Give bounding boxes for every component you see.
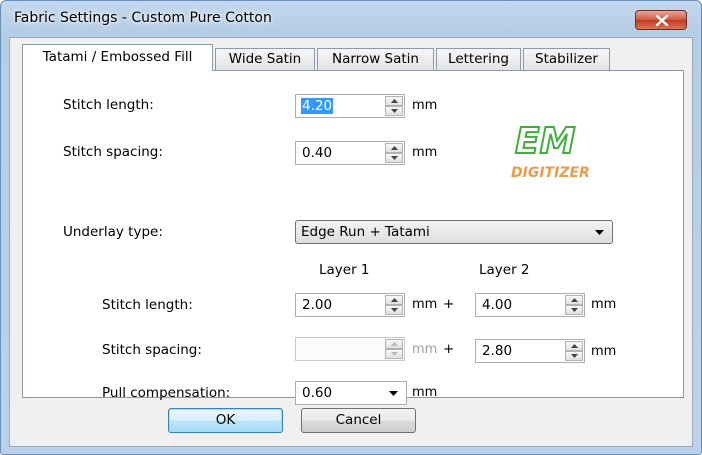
underlay-stitch-spacing-layer1-unit: mm — [412, 342, 438, 357]
stitch-spacing-label: Stitch spacing: — [63, 144, 163, 160]
tab-label: Stabilizer — [535, 51, 598, 67]
plus-sign: + — [443, 296, 455, 312]
tab-label: Lettering — [448, 51, 509, 67]
layer1-length-spinner[interactable] — [385, 295, 403, 315]
tab-tatami-embossed-fill[interactable]: Tatami / Embossed Fill — [22, 44, 213, 71]
logo-digitizer: DIGITIZER — [511, 165, 590, 181]
layer2-spacing-spinner[interactable] — [565, 341, 583, 361]
stitch-length-spinbox[interactable]: 4.20 — [295, 94, 405, 118]
underlay-type-select[interactable]: Edge Run + Tatami — [295, 220, 613, 244]
underlay-stitch-spacing-layer2-unit: mm — [591, 344, 617, 359]
tab-narrow-satin[interactable]: Narrow Satin — [317, 48, 434, 70]
underlay-stitch-length-label: Stitch length: — [102, 297, 193, 313]
close-button[interactable] — [635, 10, 687, 30]
tab-label: Narrow Satin — [332, 51, 419, 67]
spin-down-icon[interactable] — [385, 305, 403, 315]
underlay-stitch-spacing-layer2-value: 2.80 — [482, 343, 513, 359]
spin-up-icon[interactable] — [385, 295, 403, 305]
tab-lettering[interactable]: Lettering — [436, 48, 521, 70]
pull-compensation-value: 0.60 — [302, 385, 333, 401]
spin-up-icon[interactable] — [385, 339, 403, 349]
stitch-length-label: Stitch length: — [63, 97, 154, 113]
stitch-spacing-unit: mm — [412, 145, 438, 160]
underlay-stitch-spacing-layer1-spinbox[interactable] — [295, 337, 405, 361]
spin-down-icon[interactable] — [385, 349, 403, 359]
chevron-down-icon — [595, 230, 604, 235]
pull-compensation-label: Pull compensation: — [102, 385, 231, 401]
chevron-down-icon — [389, 391, 398, 396]
logo-em: EM — [515, 121, 576, 162]
stitch-spacing-value: 0.40 — [302, 145, 333, 161]
plus-sign: + — [443, 341, 455, 357]
spin-up-icon[interactable] — [565, 341, 583, 351]
spin-down-icon[interactable] — [565, 351, 583, 361]
underlay-stitch-length-layer2-spinbox[interactable]: 4.00 — [475, 293, 585, 317]
logo-graphic: EM DIGITIZER — [511, 120, 590, 181]
layer2-length-spinner[interactable] — [565, 295, 583, 315]
stitch-length-unit: mm — [412, 98, 438, 113]
spin-up-icon[interactable] — [385, 96, 403, 106]
tab-label: Wide Satin — [228, 51, 302, 67]
underlay-type-value: Edge Run + Tatami — [301, 224, 430, 240]
underlay-stitch-spacing-layer2-spinbox[interactable]: 2.80 — [475, 339, 585, 363]
underlay-stitch-length-layer2-unit: mm — [591, 297, 617, 312]
stitch-spacing-spinbox[interactable]: 0.40 — [295, 141, 405, 165]
pull-compensation-select[interactable]: 0.60 — [295, 381, 407, 405]
underlay-stitch-spacing-label: Stitch spacing: — [102, 342, 202, 358]
stitch-spacing-spinner[interactable] — [385, 143, 403, 163]
underlay-stitch-length-layer1-unit: mm — [412, 297, 438, 312]
spin-up-icon[interactable] — [385, 143, 403, 153]
layer1-spacing-spinner[interactable] — [385, 339, 403, 359]
pull-compensation-unit: mm — [412, 385, 438, 400]
spin-down-icon[interactable] — [565, 305, 583, 315]
tab-label: Tatami / Embossed Fill — [42, 49, 193, 65]
tab-stabilizer[interactable]: Stabilizer — [523, 48, 610, 70]
spin-down-icon[interactable] — [385, 153, 403, 163]
stitch-length-spinner[interactable] — [385, 96, 403, 116]
tab-wide-satin[interactable]: Wide Satin — [215, 48, 315, 70]
tab-panel-tatami: Stitch length: 4.20 mm Stitch spacing: 0… — [22, 70, 684, 405]
close-icon — [655, 15, 669, 26]
spin-down-icon[interactable] — [385, 106, 403, 116]
ok-button[interactable]: OK — [168, 408, 283, 433]
cancel-button[interactable]: Cancel — [301, 408, 416, 433]
underlay-stitch-length-layer2-value: 4.00 — [482, 297, 513, 313]
dialog-window: Fabric Settings - Custom Pure Cotton Tat… — [0, 0, 702, 455]
layer1-header: Layer 1 — [319, 262, 370, 278]
spin-up-icon[interactable] — [565, 295, 583, 305]
stitch-length-value: 4.20 — [301, 98, 334, 114]
em-digitizer-logo: EM DIGITIZER — [509, 117, 599, 189]
title-bar[interactable]: Fabric Settings - Custom Pure Cotton — [1, 1, 701, 35]
underlay-stitch-length-layer1-spinbox[interactable]: 2.00 — [295, 293, 405, 317]
layer2-header: Layer 2 — [479, 262, 530, 278]
underlay-stitch-length-layer1-value: 2.00 — [302, 297, 333, 313]
window-title: Fabric Settings - Custom Pure Cotton — [14, 10, 272, 26]
dialog-body: Tatami / Embossed Fill Wide Satin Narrow… — [9, 37, 693, 447]
underlay-type-label: Underlay type: — [63, 224, 163, 240]
